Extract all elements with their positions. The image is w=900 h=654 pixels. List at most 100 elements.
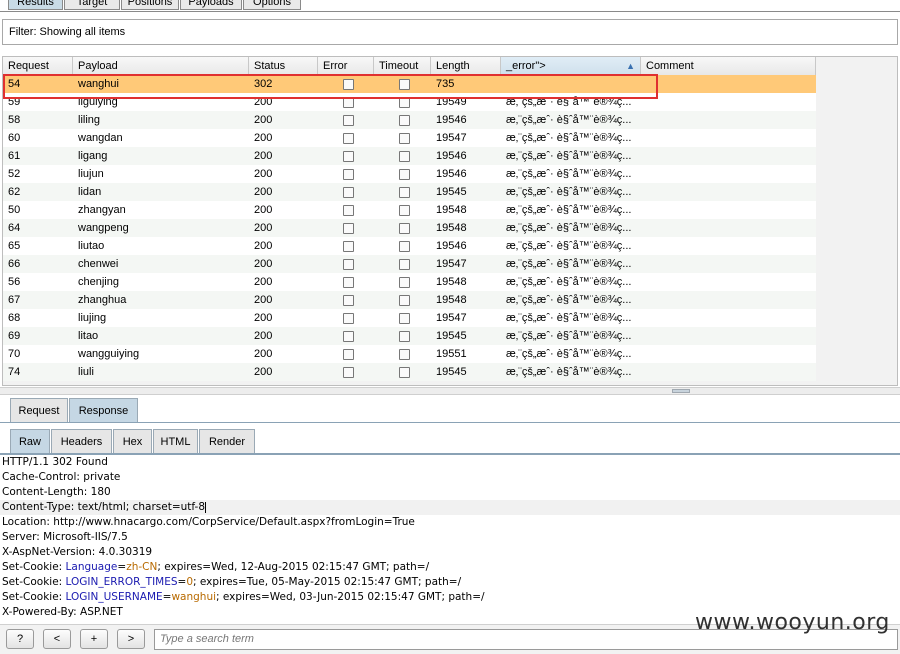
table-row[interactable]: 69 litao 200 19545 æ‚¨çš„æˆ· è§ˆå™¨è®¾ç...	[3, 327, 816, 345]
col-payload[interactable]: Payload	[73, 57, 249, 75]
cell-status: 200	[254, 294, 273, 306]
cell-length: 19549	[436, 96, 467, 108]
timeout-checkbox[interactable]	[399, 331, 410, 342]
cell-payload: chenjing	[78, 276, 119, 288]
col-timeout[interactable]: Timeout	[374, 57, 431, 75]
tab-request[interactable]: Request	[10, 398, 68, 422]
table-row[interactable]: 52 liujun 200 19546 æ‚¨çš„æˆ· è§ˆå™¨è®¾ç...	[3, 165, 816, 183]
timeout-checkbox[interactable]	[399, 259, 410, 270]
cell-status: 200	[254, 258, 273, 270]
error-checkbox[interactable]	[343, 277, 354, 288]
cell-status: 200	[254, 132, 273, 144]
table-row[interactable]: 54 wanghui 302 735	[3, 75, 816, 93]
timeout-checkbox[interactable]	[399, 313, 410, 324]
table-row[interactable]: 59 liguiying 200 19549 æ‚¨çš„æˆ· è§ˆå™¨è®¾ç.…	[3, 93, 816, 111]
response-line: Cache-Control: private	[2, 471, 121, 483]
cell-status: 200	[254, 366, 273, 378]
add-button[interactable]: +	[80, 629, 108, 649]
error-checkbox[interactable]	[343, 349, 354, 360]
timeout-checkbox[interactable]	[399, 277, 410, 288]
timeout-checkbox[interactable]	[399, 223, 410, 234]
table-row[interactable]: 60 wangdan 200 19547 æ‚¨çš„æˆ· è§ˆå™¨è®¾ç...	[3, 129, 816, 147]
table-row[interactable]: 68 liujing 200 19547 æ‚¨çš„æˆ· è§ˆå™¨è®¾ç...	[3, 309, 816, 327]
table-row[interactable]: 65 liutao 200 19546 æ‚¨çš„æˆ· è§ˆå™¨è®¾ç...	[3, 237, 816, 255]
error-checkbox[interactable]	[343, 187, 354, 198]
tab-target[interactable]: Target	[64, 0, 120, 10]
timeout-checkbox[interactable]	[399, 97, 410, 108]
tab-html[interactable]: HTML	[153, 429, 198, 453]
col-status[interactable]: Status	[249, 57, 318, 75]
col-length[interactable]: Length	[431, 57, 501, 75]
timeout-checkbox[interactable]	[399, 169, 410, 180]
error-checkbox[interactable]	[343, 313, 354, 324]
table-row[interactable]: 67 zhanghua 200 19548 æ‚¨çš„æˆ· è§ˆå™¨è®¾ç..…	[3, 291, 816, 309]
splitter-grip-icon[interactable]	[672, 389, 690, 393]
timeout-checkbox[interactable]	[399, 367, 410, 378]
error-checkbox[interactable]	[343, 331, 354, 342]
error-checkbox[interactable]	[343, 241, 354, 252]
error-checkbox[interactable]	[343, 205, 354, 216]
response-editor[interactable]: HTTP/1.1 302 Found Cache-Control: privat…	[0, 455, 900, 623]
tab-response[interactable]: Response	[69, 398, 138, 422]
cell-status: 200	[254, 204, 273, 216]
timeout-checkbox[interactable]	[399, 205, 410, 216]
pane-splitter[interactable]	[0, 387, 900, 395]
tab-results[interactable]: Results	[8, 0, 63, 10]
timeout-checkbox[interactable]	[399, 133, 410, 144]
filter-bar[interactable]: Filter: Showing all items	[2, 19, 898, 45]
tab-render[interactable]: Render	[199, 429, 255, 453]
cookie-value: zh-CN	[126, 561, 158, 573]
timeout-checkbox[interactable]	[399, 295, 410, 306]
timeout-checkbox[interactable]	[399, 79, 410, 90]
error-checkbox[interactable]	[343, 259, 354, 270]
timeout-checkbox[interactable]	[399, 187, 410, 198]
tab-hex[interactable]: Hex	[113, 429, 152, 453]
tab-raw[interactable]: Raw	[10, 429, 50, 453]
error-checkbox[interactable]	[343, 169, 354, 180]
error-checkbox[interactable]	[343, 133, 354, 144]
error-checkbox[interactable]	[343, 223, 354, 234]
cookie-line: Set-Cookie: LOGIN_ERROR_TIMES=0; expires…	[0, 575, 900, 590]
cell-error_col: æ‚¨çš„æˆ· è§ˆå™¨è®¾ç...	[506, 186, 632, 198]
timeout-checkbox[interactable]	[399, 241, 410, 252]
cookie-prefix: Set-Cookie:	[2, 561, 66, 573]
table-row[interactable]: 56 chenjing 200 19548 æ‚¨çš„æˆ· è§ˆå™¨è®¾ç..…	[3, 273, 816, 291]
cell-length: 19546	[436, 240, 467, 252]
table-row[interactable]: 64 wangpeng 200 19548 æ‚¨çš„æˆ· è§ˆå™¨è®¾ç..…	[3, 219, 816, 237]
tab-positions[interactable]: Positions	[121, 0, 179, 10]
table-row[interactable]: 58 liling 200 19546 æ‚¨çš„æˆ· è§ˆå™¨è®¾ç...	[3, 111, 816, 129]
timeout-checkbox[interactable]	[399, 151, 410, 162]
timeout-checkbox[interactable]	[399, 115, 410, 126]
error-checkbox[interactable]	[343, 295, 354, 306]
help-button[interactable]: ?	[6, 629, 34, 649]
results-table: Request Payload Status Error Timeout Len…	[2, 56, 898, 386]
next-button[interactable]: >	[117, 629, 145, 649]
table-row[interactable]: 62 lidan 200 19545 æ‚¨çš„æˆ· è§ˆå™¨è®¾ç...	[3, 183, 816, 201]
tab-options[interactable]: Options	[243, 0, 301, 10]
cell-length: 19547	[436, 132, 467, 144]
table-row[interactable]: 70 wangguiying 200 19551 æ‚¨çš„æˆ· è§ˆå™¨è®¾…	[3, 345, 816, 363]
tab-payloads[interactable]: Payloads	[180, 0, 242, 10]
table-row[interactable]: 66 chenwei 200 19547 æ‚¨çš„æˆ· è§ˆå™¨è®¾ç...	[3, 255, 816, 273]
col-error-grep[interactable]: _error"> ▲	[501, 57, 641, 75]
table-row[interactable]: 74 liuli 200 19545 æ‚¨çš„æˆ· è§ˆå™¨è®¾ç...	[3, 363, 816, 381]
col-request[interactable]: Request	[3, 57, 73, 75]
cell-error_col: æ‚¨çš„æˆ· è§ˆå™¨è®¾ç...	[506, 132, 632, 144]
tab-headers[interactable]: Headers	[51, 429, 112, 453]
cell-request: 52	[8, 168, 21, 180]
timeout-checkbox[interactable]	[399, 349, 410, 360]
error-checkbox[interactable]	[343, 97, 354, 108]
cell-length: 735	[436, 78, 455, 90]
error-checkbox[interactable]	[343, 151, 354, 162]
table-row[interactable]: 50 zhangyan 200 19548 æ‚¨çš„æˆ· è§ˆå™¨è®¾ç..…	[3, 201, 816, 219]
table-row[interactable]: 61 ligang 200 19546 æ‚¨çš„æˆ· è§ˆå™¨è®¾ç...	[3, 147, 816, 165]
error-checkbox[interactable]	[343, 79, 354, 90]
error-checkbox[interactable]	[343, 115, 354, 126]
previous-button[interactable]: <	[43, 629, 71, 649]
cell-request: 69	[8, 330, 21, 342]
cell-length: 19545	[436, 366, 467, 378]
error-checkbox[interactable]	[343, 367, 354, 378]
col-error[interactable]: Error	[318, 57, 374, 75]
cell-request: 62	[8, 186, 21, 198]
col-comment[interactable]: Comment	[641, 57, 816, 75]
